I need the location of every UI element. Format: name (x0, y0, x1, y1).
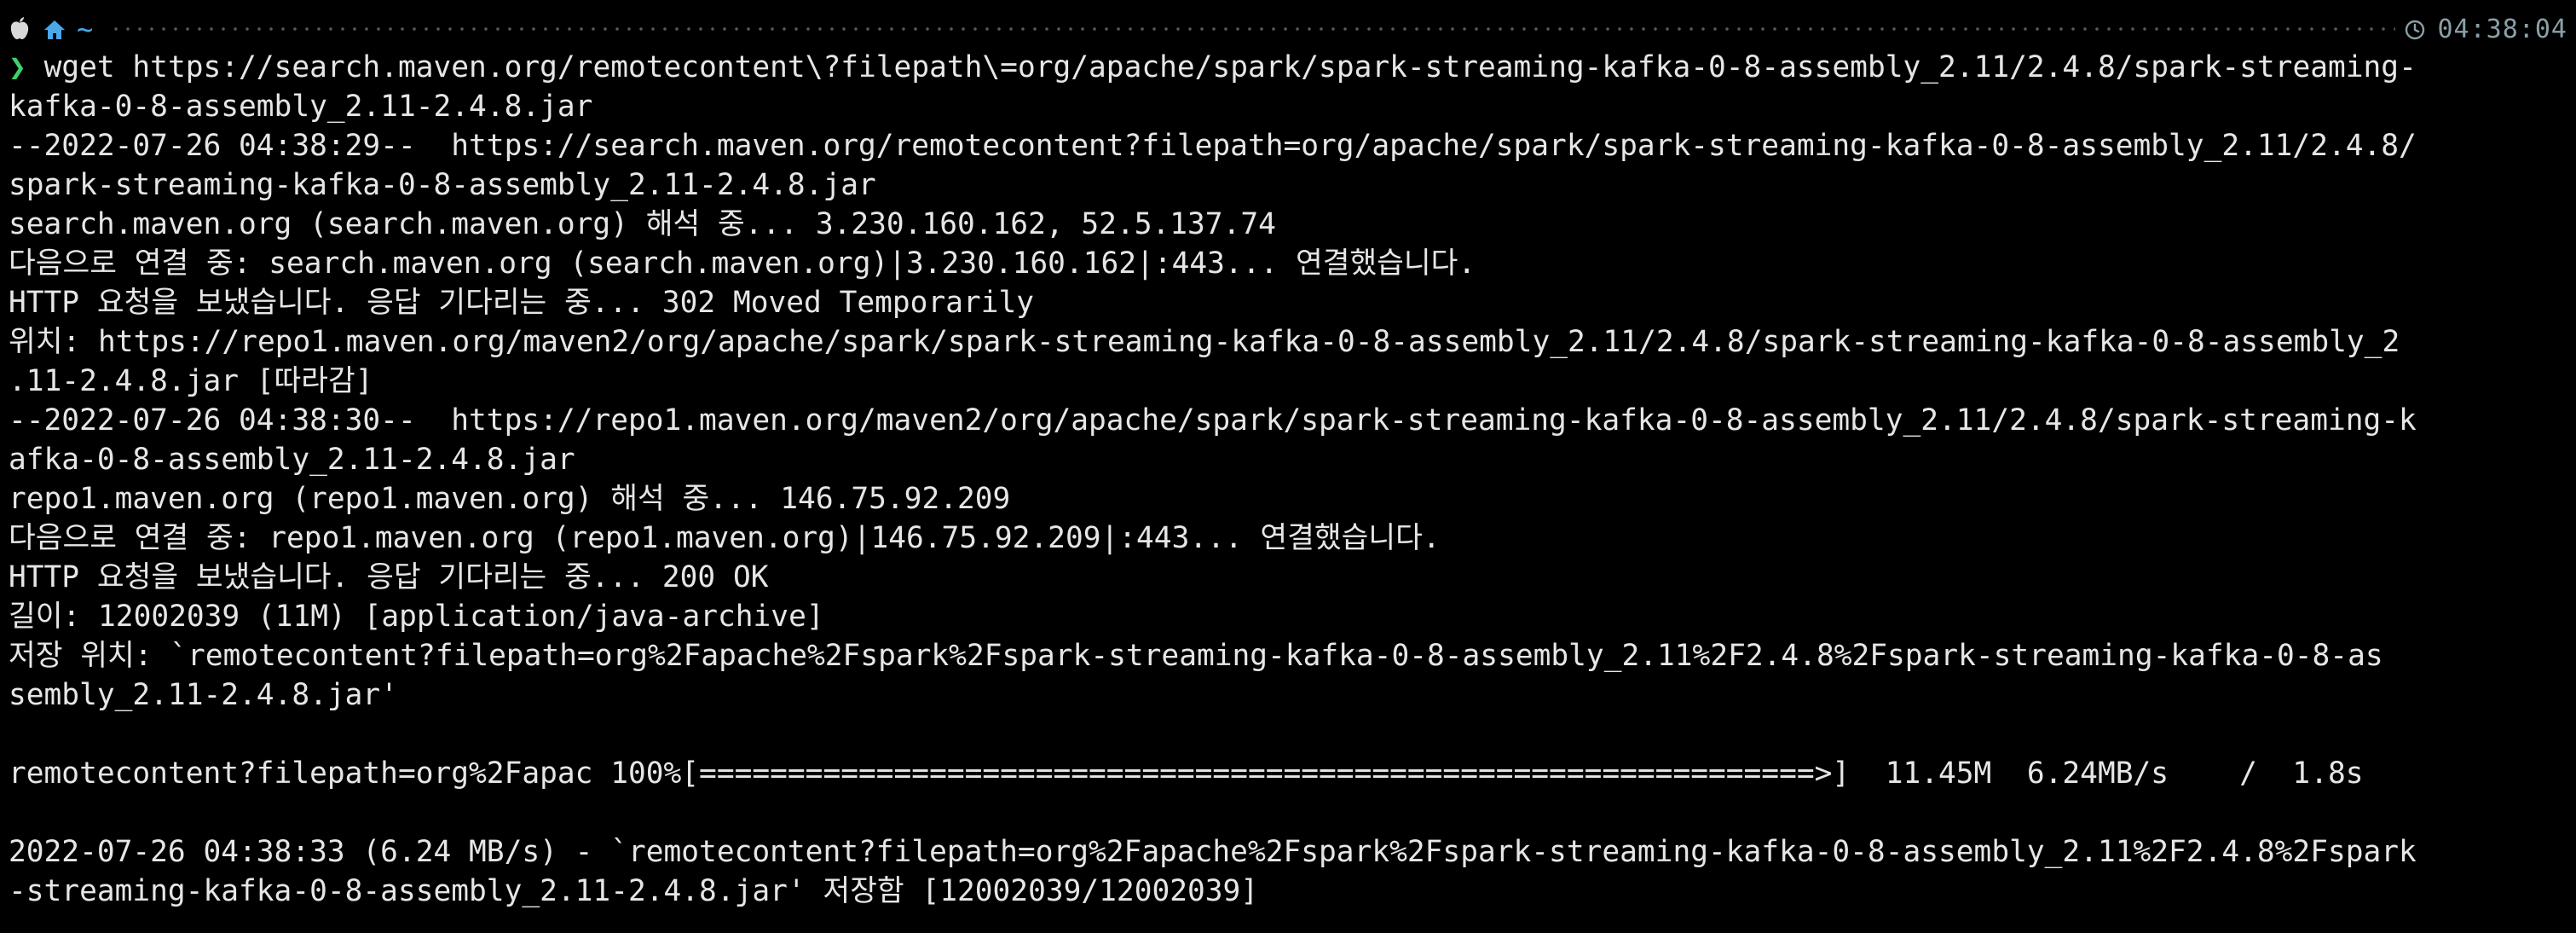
terminal-output: ❯ wget https://search.maven.org/remoteco… (9, 48, 2567, 911)
output-line: 저장 위치: `remotecontent?filepath=org%2Fapa… (9, 639, 2383, 673)
cwd-label: ~ (77, 13, 94, 45)
output-line: 2022-07-26 04:38:33 (6.24 MB/s) - `remot… (9, 835, 2417, 869)
output-line: search.maven.org (search.maven.org) 해석 중… (9, 207, 1276, 241)
output-line: .11-2.4.8.jar [따라감] (9, 364, 373, 398)
prompt-time: 04:38:04 (2437, 14, 2567, 44)
output-line: afka-0-8-assembly_2.11-2.4.8.jar (9, 443, 575, 477)
output-line: sembly_2.11-2.4.8.jar' (9, 678, 398, 712)
command-line: ❯ wget https://search.maven.org/remoteco… (9, 48, 2567, 87)
terminal-window[interactable]: ~ 04:38:04 ❯ wget https://search.maven.o… (0, 0, 2576, 933)
progress-line: remotecontent?filepath=org%2Fapac 100%[=… (9, 756, 2364, 791)
prompt-chevron: ❯ (9, 50, 26, 84)
output-line: 위치: https://repo1.maven.org/maven2/org/a… (9, 325, 2400, 359)
command-text: wget https://search.maven.org/remotecont… (43, 50, 2417, 84)
output-line: 다음으로 연결 중: search.maven.org (search.mave… (9, 246, 1476, 281)
output-line: -streaming-kafka-0-8-assembly_2.11-2.4.8… (9, 874, 1259, 908)
output-line: --2022-07-26 04:38:30-- https://repo1.ma… (9, 403, 2417, 438)
prompt-status-bar: ~ 04:38:04 (9, 12, 2567, 46)
output-line: --2022-07-26 04:38:29-- https://search.m… (9, 129, 2417, 163)
output-line: HTTP 요청을 보냈습니다. 응답 기다리는 중... 302 Moved T… (9, 286, 1035, 320)
output-line: spark-streaming-kafka-0-8-assembly_2.11-… (9, 168, 876, 202)
output-line: HTTP 요청을 보냈습니다. 응답 기다리는 중... 200 OK (9, 560, 769, 594)
output-line: 다음으로 연결 중: repo1.maven.org (repo1.maven.… (9, 521, 1441, 555)
home-icon (43, 18, 66, 40)
clock-icon (2404, 18, 2426, 40)
output-line: kafka-0-8-assembly_2.11-2.4.8.jar (9, 90, 593, 124)
apple-icon (9, 16, 31, 42)
output-line: repo1.maven.org (repo1.maven.org) 해석 중..… (9, 482, 1011, 516)
output-line: 길이: 12002039 (11M) [application/java-arc… (9, 600, 824, 634)
prompt-filler-dots (110, 27, 2395, 31)
